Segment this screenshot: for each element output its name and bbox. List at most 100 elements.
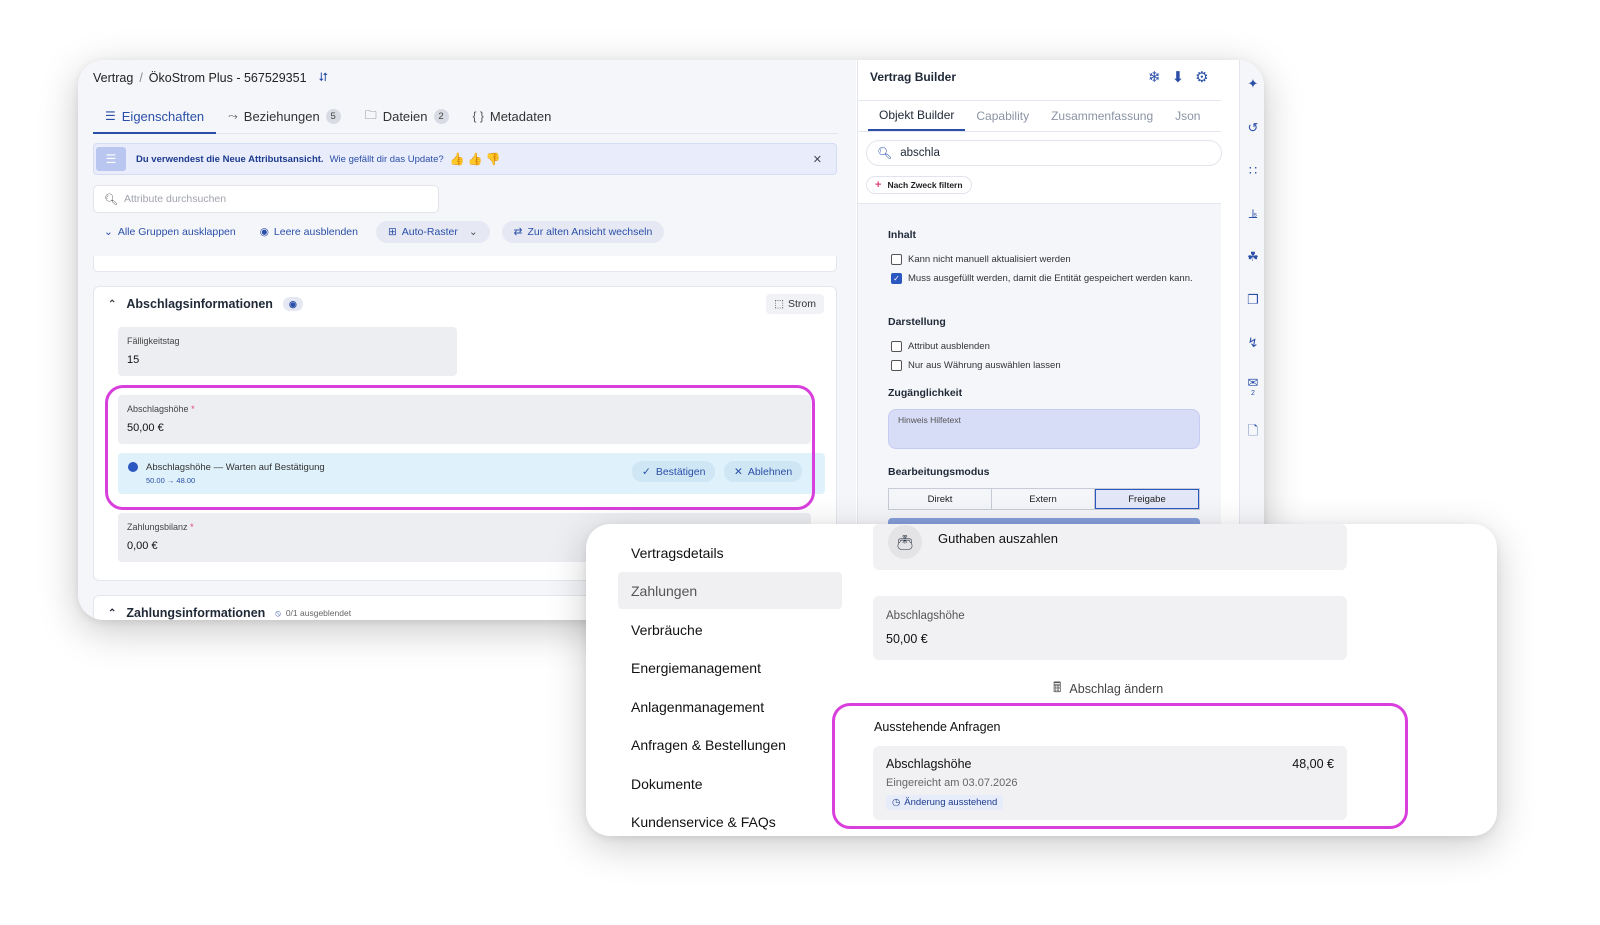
mode-extern[interactable]: Extern (992, 489, 1095, 509)
download-icon[interactable]: ⬇ (1172, 68, 1185, 86)
eye-off-icon: ⦸ (275, 607, 281, 618)
mode-freigabe[interactable]: Freigabe (1095, 489, 1199, 509)
tab-capability[interactable]: Capability (965, 101, 1040, 131)
section-darstellung: Darstellung (888, 316, 946, 328)
chevron-up-icon: ⌃ (108, 607, 117, 619)
plus-icon: + (875, 179, 882, 191)
eye-icon[interactable]: ◉ (282, 297, 303, 311)
hidden-count: 0/1 ausgeblendet (285, 608, 352, 618)
nav-dokumente[interactable]: Dokumente (618, 765, 842, 802)
close-icon[interactable]: ✕ (813, 153, 822, 166)
nav-anfragen[interactable]: Anfragen & Bestellungen (618, 726, 842, 763)
hide-empty-label: Leere ausblenden (273, 226, 358, 238)
checkbox-label: Attribut ausblenden (908, 341, 990, 352)
breadcrumb-separator: / (139, 70, 143, 85)
payout-card[interactable]: 👛︎ Guthaben auszahlen (873, 524, 1347, 570)
copy-icon[interactable]: ❐ (1245, 292, 1261, 308)
nav-energiemanagement[interactable]: Energiemanagement (618, 649, 842, 686)
money-bag-icon: 👛︎ (888, 525, 922, 559)
hint-textarea[interactable]: Hinweis Hilfetext (888, 409, 1200, 449)
builder-title: Vertrag Builder (870, 70, 957, 84)
checkbox-currency-only[interactable]: Nur aus Währung auswählen lassen (891, 358, 1201, 373)
network-icon[interactable]: ☘ (1245, 249, 1261, 265)
change-installment-link[interactable]: 🖩︎ Abschlag ändern (1053, 677, 1163, 701)
tab-dateien[interactable]: 🗀 Dateien 2 (353, 100, 461, 132)
list-icon: ☰ (105, 109, 116, 123)
field-value: 15 (127, 354, 140, 366)
folder-icon: 🗀 (364, 107, 377, 122)
checkbox-label: Kann nicht manuell aktualisiert werden (908, 254, 1071, 265)
change-label: Abschlag ändern (1069, 682, 1164, 696)
group-title: Abschlagsinformationen (126, 297, 273, 311)
old-view-button[interactable]: ⇄ Zur alten Ansicht wechseln (501, 221, 665, 243)
nav-kundenservice[interactable]: Kundenservice & FAQs (618, 803, 842, 836)
frame-icon: ⬚ (774, 298, 784, 310)
document-icon[interactable]: 🗋 (1245, 422, 1261, 444)
section-bearbeitungsmodus: Bearbeitungsmodus (888, 466, 990, 478)
checkbox[interactable] (891, 341, 902, 352)
installment-card: Abschlagshöhe 50,00 € (873, 596, 1347, 660)
tab-zusammenfassung[interactable]: Zusammenfassung (1040, 101, 1164, 131)
strom-label: Strom (787, 298, 816, 310)
tab-count: 5 (325, 108, 341, 124)
field-label: Zahlungsbilanz * (127, 522, 194, 532)
checkbox-required[interactable]: ✓ Muss ausgefüllt werden, damit die Enti… (891, 271, 1201, 286)
apps-icon[interactable]: ∷ (1245, 163, 1261, 179)
expand-all-label: Alle Gruppen ausklappen (117, 226, 236, 238)
breadcrumb: Vertrag / ÖkoStrom Plus - 567529351 ⮃ (93, 70, 328, 85)
mail-icon[interactable]: ✉ (1245, 375, 1261, 391)
tab-label: Eigenschaften (121, 108, 205, 124)
strom-tag[interactable]: ⬚ Strom (766, 294, 824, 314)
group-header[interactable]: ⌃ Zahlungsinformationen ⦸ 0/1 ausgeblend… (108, 606, 351, 620)
tab-objekt-builder[interactable]: Objekt Builder (868, 101, 966, 131)
checkbox[interactable] (891, 254, 902, 265)
tab-count: 2 (433, 108, 449, 124)
builder-actions: ❄ ⬇ ⚙ (1148, 68, 1209, 86)
auto-grid-dropdown[interactable]: ⊞ Auto-Raster ⌄ (375, 221, 490, 243)
banner-question: Wie gefällt dir das Update? (329, 153, 444, 165)
hide-empty-button[interactable]: ◉ Leere ausblenden (254, 221, 364, 243)
banner-title: Du verwendest die Neue Attributsansicht. (136, 153, 324, 165)
nav-verbraeuche[interactable]: Verbräuche (618, 611, 842, 648)
builder-search-input[interactable] (900, 147, 1201, 159)
group-title: Zahlungsinformationen (126, 606, 266, 620)
share-icon[interactable]: ⮃ (319, 70, 329, 85)
search-icon: 🔍︎ (104, 193, 118, 206)
checkbox-manual-update[interactable]: Kann nicht manuell aktualisiert werden (891, 252, 1201, 267)
gear-icon[interactable]: ⚙ (1195, 68, 1208, 86)
hidden-info: ⦸ 0/1 ausgeblendet (275, 608, 351, 619)
group-header[interactable]: ⌃ Abschlagsinformationen ◉ (108, 297, 303, 311)
mode-direkt[interactable]: Direkt (889, 489, 992, 509)
tab-json[interactable]: Json (1164, 101, 1211, 131)
highlight-outline-editor (105, 385, 815, 510)
checkbox-label: Muss ausgefüllt werden, damit die Entitä… (908, 273, 1193, 284)
checkbox-label: Nur aus Währung auswählen lassen (908, 360, 1061, 371)
checkbox[interactable] (891, 360, 902, 371)
filter-button[interactable]: + Nach Zweck filtern (866, 176, 972, 194)
checkbox-hide-attribute[interactable]: Attribut ausblenden (891, 339, 1201, 354)
tab-label: Beziehungen (243, 108, 320, 124)
field-faelligkeitstag[interactable]: Fälligkeitstag 15 (118, 327, 457, 376)
payout-label: Guthaben auszahlen (938, 531, 1058, 546)
expand-all-button[interactable]: ⌄ Alle Gruppen ausklappen (98, 221, 242, 243)
builder-search: 🔍︎ (866, 140, 1222, 166)
toolbar: ⌄ Alle Gruppen ausklappen ◉ Leere ausble… (98, 221, 665, 243)
nav-zahlungen[interactable]: Zahlungen (618, 572, 842, 609)
braces-icon: { } (472, 109, 484, 123)
history-icon[interactable]: ↺ (1245, 120, 1261, 136)
nav-anlagenmanagement[interactable]: Anlagenmanagement (618, 688, 842, 725)
snowflake-icon[interactable]: ❄ (1148, 68, 1161, 86)
hierarchy-icon[interactable]: ⫡ (1245, 206, 1261, 222)
attribute-search-input[interactable] (123, 193, 424, 205)
checkbox-checked[interactable]: ✓ (891, 273, 902, 284)
lightning-icon[interactable]: ↯ (1245, 335, 1261, 351)
sparkle-icon[interactable]: ✦ (1245, 76, 1261, 92)
tab-metadaten[interactable]: { } Metadaten (461, 100, 564, 132)
breadcrumb-root[interactable]: Vertrag (93, 71, 133, 85)
grid-icon: ⊞ (387, 226, 397, 238)
switch-icon: ⇄ (513, 226, 523, 238)
feedback-thumbs-icon[interactable]: 👍👍👎 (450, 152, 504, 166)
nav-vertragsdetails[interactable]: Vertragsdetails (618, 534, 842, 571)
tab-beziehungen[interactable]: ⤳ Beziehungen 5 (216, 100, 353, 132)
tab-eigenschaften[interactable]: ☰ Eigenschaften (93, 100, 217, 134)
